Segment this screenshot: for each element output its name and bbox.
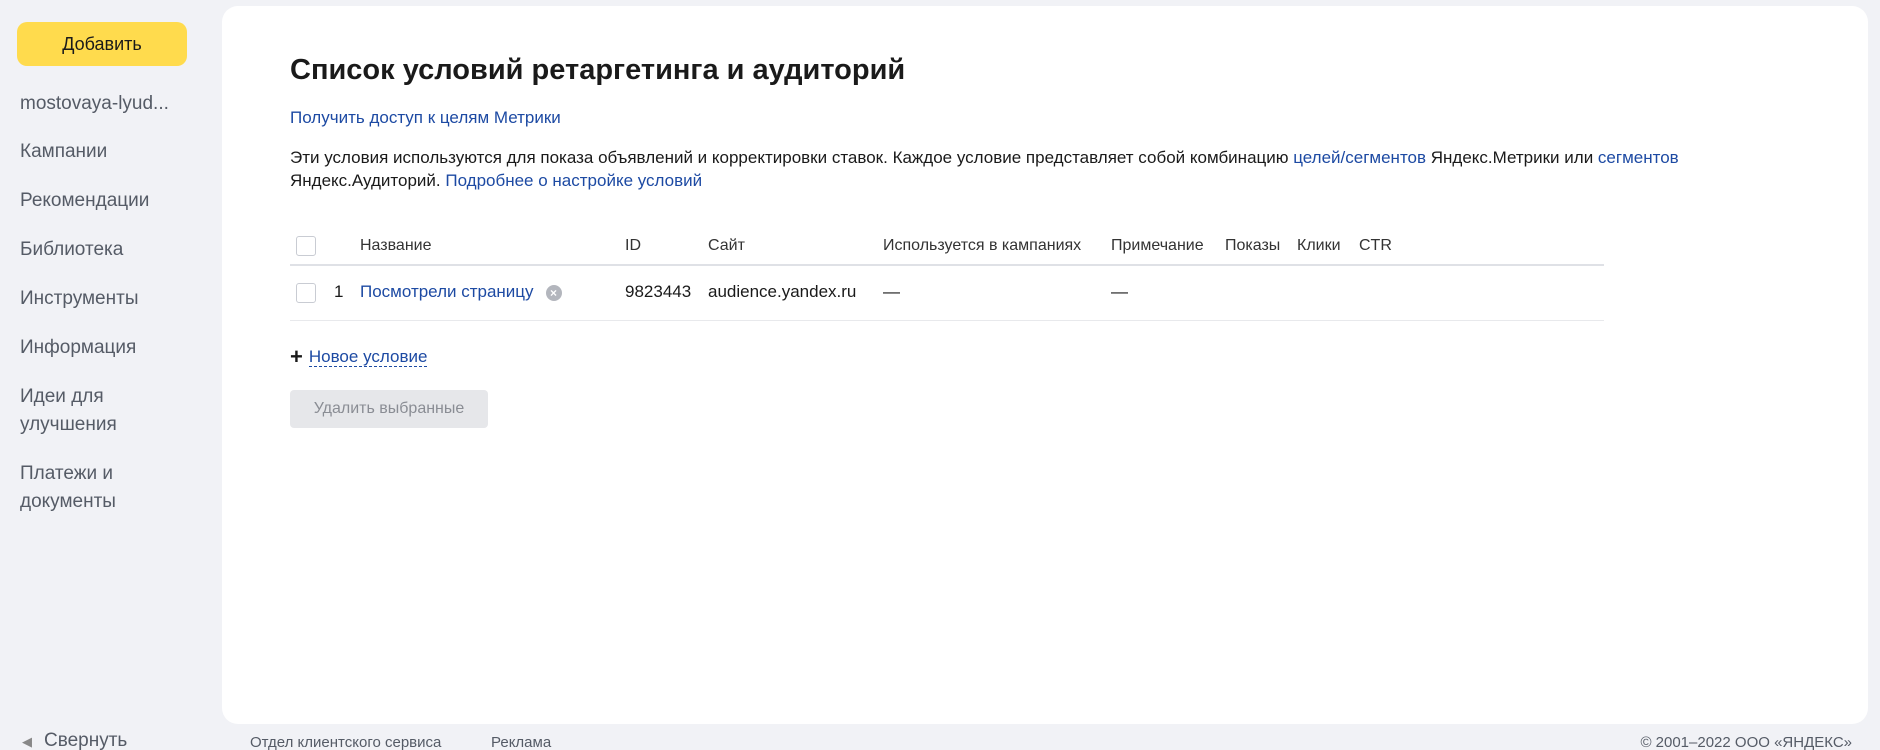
app-root: Добавить mostovaya-lyud... Кампании Реко…	[0, 0, 1880, 750]
sidebar-item-information[interactable]: Информация	[20, 334, 190, 362]
collapse-label: Свернуть	[44, 730, 128, 750]
sidebar-item-ideas[interactable]: Идеи для улучшения	[20, 383, 190, 439]
header-note[interactable]: Примечание	[1111, 237, 1204, 255]
settings-help-link[interactable]: Подробнее о настройке условий	[445, 171, 702, 190]
segments-link[interactable]: сегментов	[1598, 148, 1679, 167]
page-title: Список условий ретаргетинга и аудиторий	[290, 54, 906, 86]
add-button[interactable]: Добавить	[17, 22, 187, 66]
main-card: Список условий ретаргетинга и аудиторий …	[222, 6, 1868, 724]
header-ctr[interactable]: CTR	[1359, 237, 1392, 255]
row-name-cell: Посмотрели страницу ×	[360, 282, 562, 302]
row-note[interactable]: —	[1111, 282, 1128, 302]
description-text-2: Яндекс.Метрики или	[1426, 148, 1598, 167]
sidebar-item-campaigns[interactable]: Кампании	[20, 138, 190, 166]
delete-selected-button[interactable]: Удалить выбранные	[290, 390, 488, 428]
collapse-sidebar-button[interactable]: ◀ Свернуть	[22, 730, 127, 750]
footer-support-link[interactable]: Отдел клиентского сервиса	[250, 734, 441, 750]
table-header: Название ID Сайт Используется в кампания…	[290, 226, 1604, 266]
plus-icon: +	[290, 344, 303, 369]
remove-icon[interactable]: ×	[545, 284, 562, 301]
goals-segments-link[interactable]: целей/сегментов	[1293, 148, 1426, 167]
select-all-checkbox[interactable]	[296, 236, 316, 256]
sidebar: Добавить mostovaya-lyud... Кампании Реко…	[0, 0, 220, 750]
row-checkbox[interactable]	[296, 283, 316, 303]
header-impressions[interactable]: Показы	[1225, 237, 1280, 255]
header-name[interactable]: Название	[360, 237, 432, 255]
header-clicks[interactable]: Клики	[1297, 237, 1341, 255]
header-site[interactable]: Сайт	[708, 237, 745, 255]
row-site: audience.yandex.ru	[708, 282, 857, 301]
sidebar-item-library[interactable]: Библиотека	[20, 236, 190, 264]
row-index: 1	[334, 282, 344, 301]
new-condition-label: Новое условие	[308, 347, 428, 367]
header-id[interactable]: ID	[625, 237, 641, 255]
metrika-access-link[interactable]: Получить доступ к целям Метрики	[290, 108, 561, 128]
new-condition-button[interactable]: + Новое условие	[290, 344, 428, 370]
description: Эти условия используются для показа объя…	[290, 146, 1690, 192]
sidebar-item-payments[interactable]: Платежи и документы	[20, 460, 190, 516]
sidebar-item-recommendations[interactable]: Рекомендации	[20, 187, 190, 215]
description-text-3: Яндекс.Аудиторий.	[290, 171, 446, 190]
header-used-in-campaigns[interactable]: Используется в кампаниях	[883, 237, 1081, 255]
row-id: 9823443	[625, 282, 692, 301]
footer-copyright: © 2001–2022 ООО «ЯНДЕКС»	[1640, 734, 1852, 750]
sidebar-account[interactable]: mostovaya-lyud...	[20, 90, 190, 118]
row-used-in-campaigns: —	[883, 282, 900, 301]
sidebar-item-tools[interactable]: Инструменты	[20, 285, 190, 313]
condition-name-link[interactable]: Посмотрели страницу	[360, 282, 534, 301]
table-row: 1 Посмотрели страницу × 9823443 audience.…	[290, 266, 1604, 321]
description-text-1: Эти условия используются для показа объя…	[290, 148, 1294, 167]
conditions-table: Название ID Сайт Используется в кампания…	[290, 226, 1604, 321]
chevron-left-icon: ◀	[22, 734, 32, 749]
sidebar-nav: mostovaya-lyud... Кампании Рекомендации …	[20, 90, 190, 537]
footer-ads-link[interactable]: Реклама	[491, 734, 551, 750]
